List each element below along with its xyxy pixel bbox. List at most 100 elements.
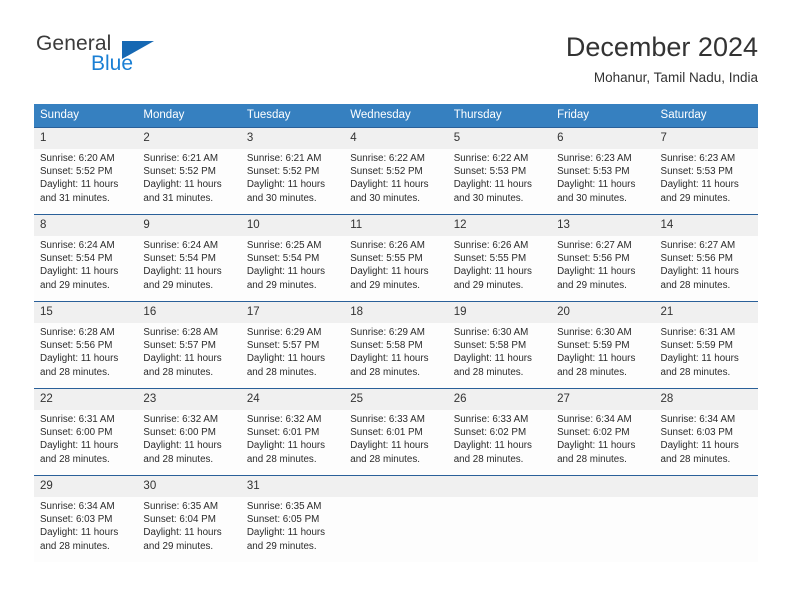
day-details: Sunrise: 6:28 AM Sunset: 5:56 PM Dayligh… (34, 323, 137, 383)
day-cell[interactable]: 3 Sunrise: 6:21 AM Sunset: 5:52 PM Dayli… (240, 128, 345, 214)
sunrise-text: Sunrise: 6:24 AM (143, 240, 219, 251)
sunset-text: Sunset: 6:03 PM (660, 427, 733, 439)
day-cell-empty (344, 476, 448, 562)
calendar-week-row: 15 Sunrise: 6:28 AM Sunset: 5:56 PM Dayl… (34, 301, 758, 388)
day-number: 28 (654, 389, 758, 410)
weekday-header-tuesday: Tuesday (246, 109, 291, 121)
daylight-text-line2: and 29 minutes. (246, 279, 317, 291)
day-cell[interactable]: 7 Sunrise: 6:23 AM Sunset: 5:53 PM Dayli… (654, 128, 758, 214)
calendar-week-row: 1 Sunrise: 6:20 AM Sunset: 5:52 PM Dayli… (34, 127, 758, 214)
day-cell[interactable]: 11 Sunrise: 6:26 AM Sunset: 5:55 PM Dayl… (344, 215, 448, 301)
day-number: 27 (551, 389, 655, 410)
daylight-text-line2: and 28 minutes. (557, 366, 627, 378)
daylight-text-line1: Daylight: 11 hours (40, 266, 119, 278)
day-details: Sunrise: 6:35 AM Sunset: 6:04 PM Dayligh… (137, 497, 240, 557)
daylight-text-line2: and 29 minutes. (246, 540, 317, 552)
day-cell[interactable]: 22 Sunrise: 6:31 AM Sunset: 6:00 PM Dayl… (34, 389, 138, 475)
weekday-header-row: Sunday Monday Tuesday Wednesday Thursday… (34, 104, 758, 127)
sunset-text: Sunset: 5:58 PM (453, 340, 527, 352)
daylight-text-line2: and 29 minutes. (557, 279, 627, 291)
daylight-text-line2: and 28 minutes. (660, 366, 731, 378)
daylight-text-line2: and 30 minutes. (246, 192, 317, 204)
sunrise-text: Sunrise: 6:31 AM (660, 327, 736, 338)
day-cell[interactable]: 24 Sunrise: 6:32 AM Sunset: 6:01 PM Dayl… (240, 389, 345, 475)
day-number: 15 (34, 302, 138, 323)
day-number: 6 (551, 128, 655, 149)
general-blue-logo[interactable]: General Blue (34, 32, 244, 88)
daylight-text-line1: Daylight: 11 hours (246, 353, 326, 365)
day-cell[interactable]: 20 Sunrise: 6:30 AM Sunset: 5:59 PM Dayl… (551, 302, 655, 388)
day-cell[interactable]: 17 Sunrise: 6:29 AM Sunset: 5:57 PM Dayl… (240, 302, 345, 388)
day-cell[interactable]: 5 Sunrise: 6:22 AM Sunset: 5:53 PM Dayli… (447, 128, 552, 214)
daylight-text-line1: Daylight: 11 hours (557, 353, 636, 365)
daylight-text-line1: Daylight: 11 hours (557, 440, 636, 452)
day-cell[interactable]: 31 Sunrise: 6:35 AM Sunset: 6:05 PM Dayl… (240, 476, 345, 562)
day-number: 11 (344, 215, 448, 236)
day-cell[interactable]: 6 Sunrise: 6:23 AM Sunset: 5:53 PM Dayli… (551, 128, 655, 214)
sunset-text: Sunset: 5:57 PM (143, 340, 216, 352)
day-cell[interactable]: 23 Sunrise: 6:32 AM Sunset: 6:00 PM Dayl… (137, 389, 241, 475)
day-cell[interactable]: 2 Sunrise: 6:21 AM Sunset: 5:52 PM Dayli… (137, 128, 241, 214)
day-number: 4 (344, 128, 448, 149)
daylight-text-line1: Daylight: 11 hours (246, 527, 326, 539)
day-number: 23 (137, 389, 241, 410)
sunrise-text: Sunrise: 6:22 AM (350, 153, 425, 164)
day-cell[interactable]: 19 Sunrise: 6:30 AM Sunset: 5:58 PM Dayl… (447, 302, 552, 388)
sunset-text: Sunset: 5:56 PM (40, 340, 113, 352)
day-number: 25 (344, 389, 448, 410)
day-details: Sunrise: 6:29 AM Sunset: 5:57 PM Dayligh… (241, 323, 344, 383)
sunset-text: Sunset: 5:52 PM (350, 166, 423, 178)
daylight-text-line1: Daylight: 11 hours (350, 353, 429, 365)
day-number: 2 (137, 128, 241, 149)
day-cell[interactable]: 1 Sunrise: 6:20 AM Sunset: 5:52 PM Dayli… (34, 128, 138, 214)
day-cell[interactable]: 30 Sunrise: 6:35 AM Sunset: 6:04 PM Dayl… (137, 476, 241, 562)
day-number: 1 (34, 128, 138, 149)
page-header: General Blue December 2024 Mohanur, Tami… (34, 30, 758, 94)
day-details: Sunrise: 6:23 AM Sunset: 5:53 PM Dayligh… (551, 149, 654, 209)
day-cell[interactable]: 14 Sunrise: 6:27 AM Sunset: 5:56 PM Dayl… (654, 215, 758, 301)
day-cell[interactable]: 9 Sunrise: 6:24 AM Sunset: 5:54 PM Dayli… (137, 215, 241, 301)
daylight-text-line2: and 28 minutes. (40, 453, 110, 465)
day-cell[interactable]: 26 Sunrise: 6:33 AM Sunset: 6:02 PM Dayl… (447, 389, 552, 475)
day-cell[interactable]: 29 Sunrise: 6:34 AM Sunset: 6:03 PM Dayl… (34, 476, 138, 562)
day-cell[interactable]: 13 Sunrise: 6:27 AM Sunset: 5:56 PM Dayl… (551, 215, 655, 301)
day-number: 19 (447, 302, 552, 323)
sunset-text: Sunset: 5:55 PM (350, 253, 423, 265)
sunset-text: Sunset: 6:05 PM (246, 514, 320, 526)
sunrise-text: Sunrise: 6:23 AM (557, 153, 632, 164)
day-cell[interactable]: 27 Sunrise: 6:34 AM Sunset: 6:02 PM Dayl… (551, 389, 655, 475)
sunrise-text: Sunrise: 6:26 AM (350, 240, 425, 251)
day-details: Sunrise: 6:31 AM Sunset: 5:59 PM Dayligh… (655, 323, 758, 383)
day-cell[interactable]: 4 Sunrise: 6:22 AM Sunset: 5:52 PM Dayli… (344, 128, 448, 214)
day-cell[interactable]: 25 Sunrise: 6:33 AM Sunset: 6:01 PM Dayl… (344, 389, 448, 475)
daylight-text-line2: and 28 minutes. (350, 366, 420, 378)
sunset-text: Sunset: 6:02 PM (557, 427, 630, 439)
day-cell[interactable]: 28 Sunrise: 6:34 AM Sunset: 6:03 PM Dayl… (654, 389, 758, 475)
sunrise-text: Sunrise: 6:29 AM (246, 327, 322, 338)
day-cell-empty (447, 476, 552, 562)
daylight-text-line1: Daylight: 11 hours (40, 179, 119, 191)
day-number: 8 (34, 215, 138, 236)
daylight-text-line1: Daylight: 11 hours (660, 353, 739, 365)
sunrise-text: Sunrise: 6:33 AM (453, 414, 529, 425)
sunrise-text: Sunrise: 6:20 AM (40, 153, 115, 164)
sunrise-text: Sunrise: 6:28 AM (143, 327, 219, 338)
daylight-text-line2: and 28 minutes. (350, 453, 420, 465)
day-cell[interactable]: 15 Sunrise: 6:28 AM Sunset: 5:56 PM Dayl… (34, 302, 138, 388)
day-number: 29 (34, 476, 138, 497)
day-cell[interactable]: 18 Sunrise: 6:29 AM Sunset: 5:58 PM Dayl… (344, 302, 448, 388)
day-number (447, 476, 552, 497)
day-details: Sunrise: 6:20 AM Sunset: 5:52 PM Dayligh… (34, 149, 137, 209)
daylight-text-line1: Daylight: 11 hours (453, 440, 532, 452)
day-cell[interactable]: 21 Sunrise: 6:31 AM Sunset: 5:59 PM Dayl… (654, 302, 758, 388)
daylight-text-line1: Daylight: 11 hours (246, 440, 326, 452)
day-cell[interactable]: 8 Sunrise: 6:24 AM Sunset: 5:54 PM Dayli… (34, 215, 138, 301)
day-cell[interactable]: 12 Sunrise: 6:26 AM Sunset: 5:55 PM Dayl… (447, 215, 552, 301)
sunrise-text: Sunrise: 6:35 AM (143, 501, 219, 512)
calendar-page: General Blue December 2024 Mohanur, Tami… (0, 0, 792, 612)
day-details: Sunrise: 6:30 AM Sunset: 5:58 PM Dayligh… (448, 323, 551, 383)
day-cell[interactable]: 16 Sunrise: 6:28 AM Sunset: 5:57 PM Dayl… (137, 302, 241, 388)
sunrise-text: Sunrise: 6:25 AM (246, 240, 322, 251)
weekday-header-thursday: Thursday (453, 109, 502, 121)
day-cell[interactable]: 10 Sunrise: 6:25 AM Sunset: 5:54 PM Dayl… (240, 215, 345, 301)
